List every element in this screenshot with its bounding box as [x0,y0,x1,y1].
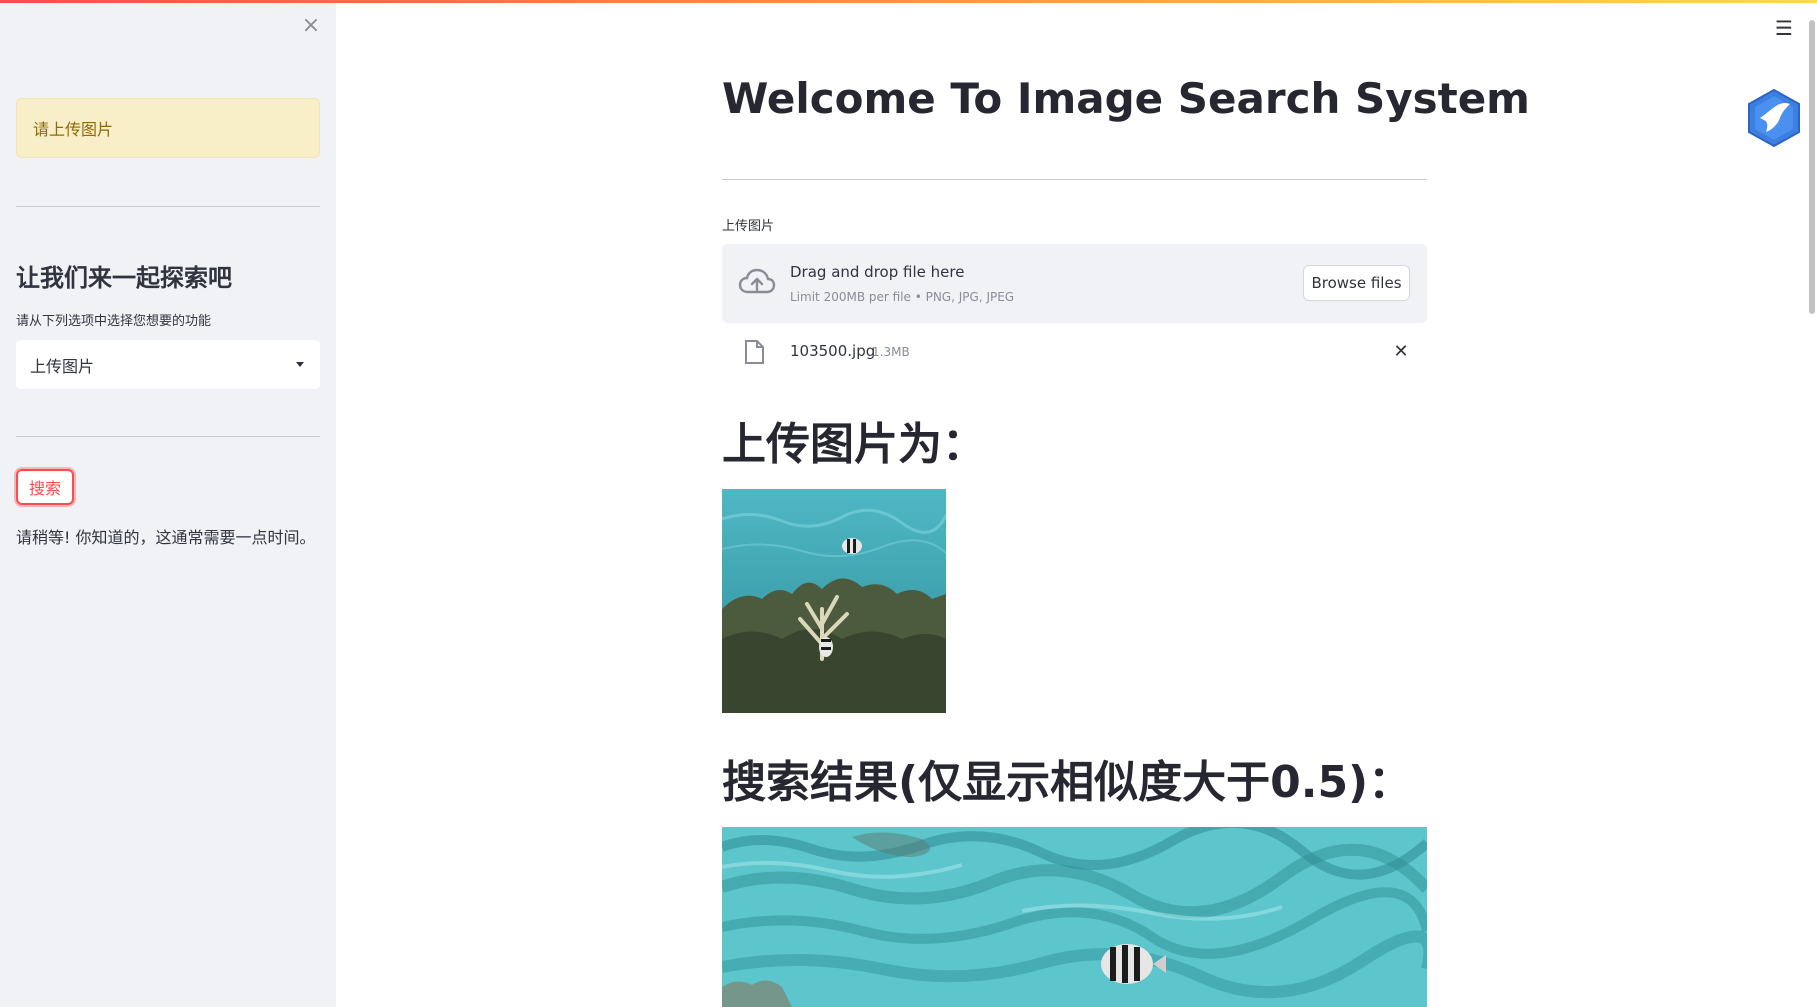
sidebar-heading: 让我们来一起探索吧 [16,264,232,292]
page-scrollbar[interactable] [1809,20,1815,314]
menu-icon[interactable]: ☰ [1772,16,1796,40]
sidebar: × 请上传图片 让我们来一起探索吧 请从下列选项中选择您想要的功能 上传图片 搜… [0,0,336,1007]
function-select[interactable]: 上传图片 [16,340,320,389]
browse-files-button[interactable]: Browse files [1303,265,1410,301]
title-divider [722,179,1427,180]
sidebar-divider [16,436,320,437]
cloud-upload-icon [738,268,776,294]
file-icon [745,340,764,364]
file-dropzone[interactable]: Drag and drop file here Limit 200MB per … [722,244,1427,323]
file-size: 1.3MB [872,345,910,359]
uploaded-image [722,489,946,713]
result-image [722,827,1427,1007]
close-icon[interactable]: × [298,12,324,38]
uploaded-image-heading: 上传图片为： [722,419,986,470]
remove-icon[interactable]: ✕ [1388,338,1414,364]
upload-warning-alert: 请上传图片 [16,98,320,158]
uploader-label: 上传图片 [722,219,775,234]
page-title: Welcome To Image Search System [722,74,1530,123]
wait-message: 请稍等! 你知道的，这通常需要一点时间。 [16,528,316,547]
search-results-heading: 搜索结果(仅显示相似度大于0.5)： [722,757,1413,808]
chevron-down-icon [296,362,304,367]
dropzone-instruction: Drag and drop file here [790,263,965,281]
function-select-value: 上传图片 [30,356,95,376]
uploaded-file-row: 103500.jpg 1.3MB ✕ [722,336,1427,370]
sidebar-divider [16,206,320,207]
file-name: 103500.jpg [790,342,876,360]
function-select-label: 请从下列选项中选择您想要的功能 [16,314,212,329]
dropzone-limit: Limit 200MB per file • PNG, JPG, JPEG [790,290,1015,304]
search-button[interactable]: 搜索 [16,469,74,505]
bird-logo-icon[interactable] [1746,88,1802,148]
alert-text: 请上传图片 [33,120,114,139]
top-decoration-stripe [0,0,1817,3]
